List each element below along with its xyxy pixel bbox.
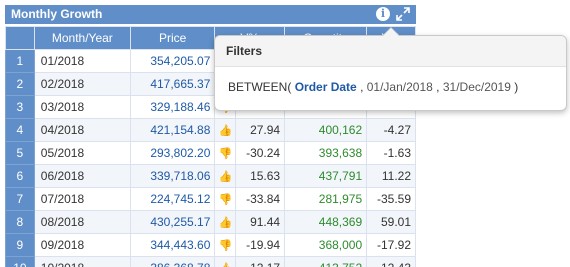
price-cell: 386,368.78 <box>129 256 216 267</box>
price-cell: 339,718.06 <box>129 164 216 188</box>
quantity-cell: 413,752 <box>284 256 368 267</box>
table-row[interactable]: 6 06/2018 339,718.06 👍 15.63 437,791 11.22 <box>5 164 416 188</box>
titlebar-icons: i <box>376 7 410 21</box>
month-cell: 04/2018 <box>33 118 131 142</box>
column-header-price[interactable]: Price <box>129 26 216 50</box>
column-header-index <box>5 26 35 50</box>
thumbs-down-icon: 👎 <box>218 148 233 160</box>
filter-field: Order Date <box>294 80 357 94</box>
row-index: 2 <box>5 72 35 96</box>
quantity-cell: 368,000 <box>284 233 368 257</box>
row-index: 3 <box>5 95 35 119</box>
table-row[interactable]: 9 09/2018 344,443.60 👎 -19.94 368,000 -17.92 <box>5 233 416 257</box>
trend-cell: 👎 <box>214 187 237 211</box>
row-index: 10 <box>5 256 35 267</box>
price-cell: 329,188.46 <box>129 95 216 119</box>
thumbs-up-icon: 👍 <box>219 263 233 267</box>
filters-popup: Filters BETWEEN( Order Date , 01/Jan/201… <box>214 27 567 111</box>
thumbs-up-icon: 👍 <box>218 171 233 183</box>
price-variation-cell: 91.44 <box>235 210 286 234</box>
quantity-variation-cell: 12.43 <box>366 256 416 267</box>
month-cell: 06/2018 <box>33 164 131 188</box>
quantity-cell: 400,162 <box>284 118 368 142</box>
price-variation-cell: -19.94 <box>235 233 286 257</box>
table-row[interactable]: 8 08/2018 430,255.17 👍 91.44 448,369 59.01 <box>5 210 416 234</box>
table-row[interactable]: 4 04/2018 421,154.88 👍 27.94 400,162 -4.27 <box>5 118 416 142</box>
filter-end-value: 31/Dec/2019 <box>442 80 511 94</box>
price-variation-cell: -33.84 <box>235 187 286 211</box>
quantity-variation-cell: 59.01 <box>366 210 416 234</box>
row-index: 5 <box>5 141 35 165</box>
quantity-cell: 393,638 <box>284 141 368 165</box>
filter-expression: BETWEEN( Order Date , 01/Jan/2018 , 31/D… <box>215 67 566 94</box>
row-index: 1 <box>5 49 35 73</box>
row-index: 8 <box>5 210 35 234</box>
trend-cell: 👎 <box>214 141 237 165</box>
column-header-month[interactable]: Month/Year <box>33 26 131 50</box>
quantity-cell: 437,791 <box>284 164 368 188</box>
row-index: 7 <box>5 187 35 211</box>
quantity-cell: 448,369 <box>284 210 368 234</box>
trend-cell: 👍 <box>214 118 237 142</box>
price-cell: 224,745.12 <box>129 187 216 211</box>
row-index: 6 <box>5 164 35 188</box>
filters-popup-title: Filters <box>215 36 566 67</box>
trend-cell: 👎 <box>214 233 237 257</box>
price-variation-cell: 27.94 <box>235 118 286 142</box>
trend-cell: 👍 <box>214 164 237 188</box>
quantity-variation-cell: 11.22 <box>366 164 416 188</box>
filter-start-value: 01/Jan/2018 <box>366 80 433 94</box>
price-cell: 421,154.88 <box>129 118 216 142</box>
price-variation-cell: -30.24 <box>235 141 286 165</box>
thumbs-up-icon: 👍 <box>218 125 233 137</box>
filter-separator: , <box>436 80 440 94</box>
month-cell: 03/2018 <box>33 95 131 119</box>
trend-cell: 👍 <box>214 210 237 234</box>
price-cell: 417,665.37 <box>129 72 216 96</box>
quantity-cell: 281,975 <box>284 187 368 211</box>
price-cell: 354,205.07 <box>129 49 216 73</box>
price-cell: 293,802.20 <box>129 141 216 165</box>
trend-cell: 👍 <box>214 256 237 267</box>
quantity-variation-cell: -4.27 <box>366 118 416 142</box>
filter-operator: BETWEEN( <box>228 80 292 94</box>
price-variation-cell: 15.63 <box>235 164 286 188</box>
table-row[interactable]: 5 05/2018 293,802.20 👎 -30.24 393,638 -1.63 <box>5 141 416 165</box>
quantity-variation-cell: -17.92 <box>366 233 416 257</box>
month-cell: 09/2018 <box>33 233 131 257</box>
month-cell: 05/2018 <box>33 141 131 165</box>
widget-titlebar: Monthly Growth i <box>5 5 416 24</box>
month-cell: 07/2018 <box>33 187 131 211</box>
thumbs-down-icon: 👎 <box>218 194 233 206</box>
thumbs-down-icon: 👎 <box>218 240 233 252</box>
filter-close-paren: ) <box>514 80 519 94</box>
thumbs-up-icon: 👍 <box>218 217 233 229</box>
widget-title: Monthly Growth <box>11 7 103 21</box>
month-cell: 01/2018 <box>33 49 131 73</box>
price-cell: 430,255.17 <box>129 210 216 234</box>
month-cell: 10/2018 <box>33 256 131 267</box>
row-index: 4 <box>5 118 35 142</box>
info-icon[interactable]: i <box>376 7 390 21</box>
quantity-variation-cell: -1.63 <box>366 141 416 165</box>
price-cell: 344,443.60 <box>129 233 216 257</box>
quantity-variation-cell: -35.59 <box>366 187 416 211</box>
row-index: 9 <box>5 233 35 257</box>
filter-separator: , <box>360 80 364 94</box>
month-cell: 08/2018 <box>33 210 131 234</box>
price-variation-cell: 12.17 <box>235 256 286 267</box>
month-cell: 02/2018 <box>33 72 131 96</box>
table-row[interactable]: 1010/2018386,368.78👍12.17413,75212.43 <box>5 256 416 267</box>
expand-icon[interactable] <box>396 7 410 21</box>
table-row[interactable]: 7 07/2018 224,745.12 👎 -33.84 281,975 -35.59 <box>5 187 416 211</box>
